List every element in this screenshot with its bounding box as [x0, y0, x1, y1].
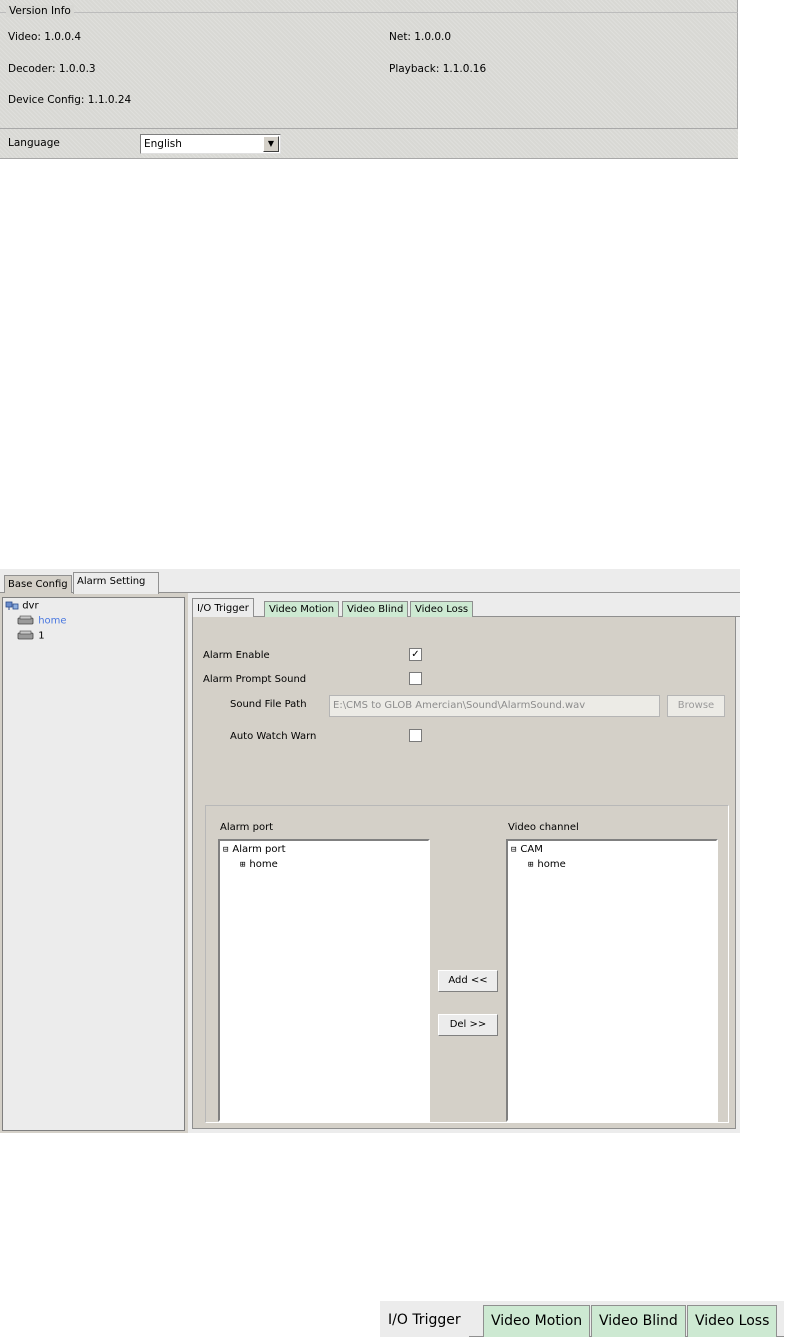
- tab-io-trigger[interactable]: I/O Trigger: [380, 1301, 469, 1337]
- list-item[interactable]: ⊟ Alarm port: [223, 844, 286, 855]
- dvr-device-icon: [17, 630, 34, 640]
- tab-alarm-setting[interactable]: Alarm Setting: [73, 572, 159, 594]
- add-button[interactable]: Add <<: [438, 970, 498, 992]
- alarm-prompt-sound-checkbox[interactable]: [409, 672, 422, 685]
- tab-video-blind[interactable]: Video Blind: [342, 601, 409, 617]
- tree-item-label: home: [38, 615, 67, 627]
- language-row: Language English ▼: [0, 128, 738, 159]
- expand-icon[interactable]: ⊞: [528, 860, 533, 870]
- alarm-port-child-label: home: [249, 859, 278, 870]
- alarm-config-pane: I/O Trigger Video Motion Video Blind Vid…: [188, 593, 740, 1133]
- video-channel-root-label: CAM: [520, 844, 543, 855]
- tree-item-label: 1: [38, 630, 45, 642]
- tab-video-motion[interactable]: Video Motion: [264, 601, 340, 617]
- version-info-group: Version Info Video: 1.0.0.4 Net: 1.0.0.0…: [0, 5, 738, 132]
- video-channel-header: Video channel: [508, 822, 579, 833]
- io-trigger-content: Alarm Enable ✓ Alarm Prompt Sound Sound …: [192, 617, 736, 1129]
- collapse-icon[interactable]: ⊟: [223, 845, 228, 855]
- dvr-device-icon: [17, 615, 34, 625]
- list-item[interactable]: ⊞ home: [240, 859, 278, 870]
- alarm-prompt-sound-label: Alarm Prompt Sound: [203, 674, 307, 685]
- decoder-version: Decoder: 1.0.0.3: [8, 63, 96, 75]
- tab-video-loss[interactable]: Video Loss: [687, 1305, 778, 1337]
- language-label: Language: [8, 137, 60, 149]
- tab-video-motion[interactable]: Video Motion: [483, 1305, 591, 1337]
- alarm-port-root-label: Alarm port: [232, 844, 286, 855]
- net-version: Net: 1.0.0.0: [389, 31, 452, 43]
- tree-item-home[interactable]: home: [17, 615, 67, 627]
- tree-root-dvr[interactable]: dvr: [5, 600, 39, 612]
- network-computer-icon: [5, 601, 19, 610]
- del-button[interactable]: Del >>: [438, 1014, 498, 1036]
- version-info-panel: Version Info Video: 1.0.0.4 Net: 1.0.0.0…: [0, 0, 738, 159]
- auto-watch-warn-checkbox[interactable]: [409, 729, 422, 742]
- alarm-port-list[interactable]: ⊟ Alarm port ⊞ home: [218, 839, 430, 1122]
- tree-root-label: dvr: [22, 600, 39, 612]
- tab-io-trigger[interactable]: I/O Trigger: [192, 598, 254, 618]
- playback-version: Playback: 1.1.0.16: [389, 63, 487, 75]
- alarm-association-group: Alarm port Video channel ⊟ Alarm port ⊞ ho…: [205, 805, 729, 1123]
- sound-file-path-label: Sound File Path: [230, 699, 307, 710]
- alarm-enable-checkbox[interactable]: ✓: [409, 648, 422, 661]
- sound-file-path-field[interactable]: E:\CMS to GLOB Amercian\Sound\AlarmSound…: [329, 695, 660, 717]
- browse-button[interactable]: Browse: [667, 695, 725, 717]
- device-config-version: Device Config: 1.1.0.24: [8, 94, 132, 106]
- language-select[interactable]: English ▼: [140, 134, 281, 154]
- list-item[interactable]: ⊞ home: [528, 859, 566, 870]
- zoomed-tab-strip: I/O Trigger Video Motion Video Blind Vid…: [380, 1301, 784, 1337]
- version-info-legend: Version Info: [6, 5, 74, 17]
- video-version: Video: 1.0.0.4: [8, 31, 82, 43]
- top-tab-strip: Base Config Alarm Setting: [0, 569, 740, 594]
- alarm-type-tabs: I/O Trigger Video Motion Video Blind Vid…: [192, 597, 740, 618]
- alarm-port-header: Alarm port: [220, 822, 274, 833]
- device-tree: dvr home 1: [2, 597, 185, 1131]
- tree-item-1[interactable]: 1: [17, 630, 45, 642]
- tab-video-loss[interactable]: Video Loss: [410, 601, 474, 617]
- auto-watch-warn-label: Auto Watch Warn: [230, 731, 317, 742]
- video-channel-child-label: home: [537, 859, 566, 870]
- chevron-down-icon[interactable]: ▼: [263, 136, 279, 152]
- list-item[interactable]: ⊟ CAM: [511, 844, 543, 855]
- tab-video-blind[interactable]: Video Blind: [591, 1305, 686, 1337]
- collapse-icon[interactable]: ⊟: [511, 845, 516, 855]
- expand-icon[interactable]: ⊞: [240, 860, 245, 870]
- video-channel-list[interactable]: ⊟ CAM ⊞ home: [506, 839, 718, 1122]
- alarm-setting-dialog: Base Config Alarm Setting dvr home 1 I/O…: [0, 569, 740, 1133]
- alarm-enable-label: Alarm Enable: [203, 650, 270, 661]
- tab-base-config[interactable]: Base Config: [4, 575, 72, 593]
- language-value: English: [144, 138, 182, 150]
